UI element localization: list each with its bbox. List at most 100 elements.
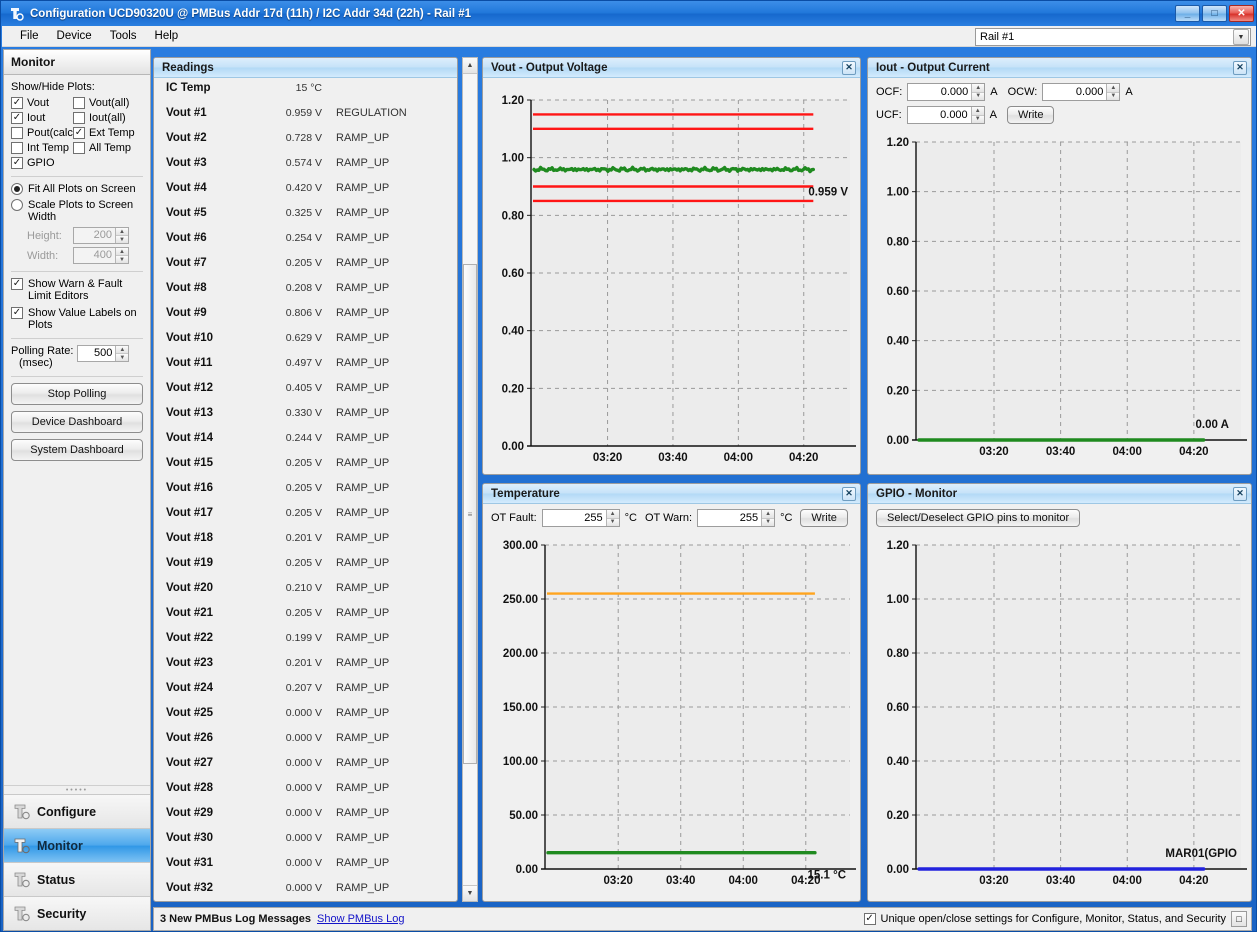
stepper-up-icon[interactable]: ▲	[972, 107, 984, 116]
stepper-buttons[interactable]: ▲▼	[115, 346, 128, 361]
stepper-buttons[interactable]: ▲▼	[761, 510, 774, 526]
checkbox-vout-all[interactable]: Vout(all)	[73, 97, 143, 109]
checkbox-gpio[interactable]: GPIO	[11, 157, 73, 169]
stepper-buttons[interactable]: ▲▼	[1106, 84, 1119, 100]
close-icon[interactable]: ✕	[1233, 487, 1247, 501]
checkbox-icon[interactable]	[11, 127, 23, 139]
stepper-up-icon[interactable]: ▲	[762, 510, 774, 519]
stepper-buttons[interactable]: ▲▼	[971, 84, 984, 100]
close-icon[interactable]: ✕	[1233, 61, 1247, 75]
sidebar-item-security[interactable]: Security	[4, 896, 150, 930]
checkbox-iout-all[interactable]: Iout(all)	[73, 112, 143, 124]
stepper-up-icon[interactable]: ▲	[1107, 84, 1119, 93]
ucf-input[interactable]: 0.000 ▲▼	[907, 106, 985, 124]
stepper-down-icon[interactable]: ▼	[1107, 93, 1119, 101]
stepper-up-icon[interactable]: ▲	[972, 84, 984, 93]
stepper-up-icon[interactable]: ▲	[116, 228, 128, 236]
checkbox-pout-calc[interactable]: Pout(calc	[11, 127, 73, 139]
stepper-up-icon[interactable]: ▲	[116, 248, 128, 256]
checkbox-icon[interactable]	[73, 97, 85, 109]
stepper-buttons[interactable]: ▲▼	[971, 107, 984, 123]
stepper-down-icon[interactable]: ▼	[116, 256, 128, 263]
menu-device[interactable]: Device	[49, 28, 100, 44]
minimize-button[interactable]: _	[1175, 5, 1200, 22]
device-dashboard-button[interactable]: Device Dashboard	[11, 411, 143, 433]
unique-settings-checkbox[interactable]	[864, 913, 876, 925]
checkbox-icon[interactable]	[73, 127, 85, 139]
stepper-down-icon[interactable]: ▼	[116, 236, 128, 243]
checkbox-icon[interactable]	[11, 307, 23, 319]
menu-tools[interactable]: Tools	[102, 28, 145, 44]
stepper-down-icon[interactable]: ▼	[116, 354, 128, 361]
rail-select-box[interactable]: Rail #1 ▼	[975, 28, 1251, 46]
vout-plot[interactable]: 0.000.200.400.600.801.001.2003:2003:4004…	[483, 78, 860, 474]
checkbox-icon[interactable]	[11, 157, 23, 169]
ocw-input[interactable]: 0.000 ▲▼	[1042, 83, 1120, 101]
iout-plot[interactable]: 0.000.200.400.600.801.001.2003:2003:4004…	[868, 124, 1251, 468]
close-icon[interactable]: ✕	[842, 487, 856, 501]
radio-icon[interactable]	[11, 199, 23, 211]
scrollbar-track[interactable]: ≡	[463, 74, 477, 885]
checkbox-all-temp[interactable]: All Temp	[73, 142, 143, 154]
stepper-down-icon[interactable]: ▼	[972, 93, 984, 101]
ot-fault-input[interactable]: 255 ▲▼	[542, 509, 620, 527]
checkbox-ext-temp[interactable]: Ext Temp	[73, 127, 143, 139]
radio-icon[interactable]	[11, 183, 23, 195]
ot-warn-input[interactable]: 255 ▲▼	[697, 509, 775, 527]
close-icon[interactable]: ✕	[842, 61, 856, 75]
checkbox-icon[interactable]	[11, 278, 23, 290]
checkbox-show-warn-fault[interactable]: Show Warn & Fault Limit Editors	[11, 278, 143, 302]
rail-selector[interactable]: Rail #1 ▼	[975, 28, 1251, 46]
width-stepper[interactable]: 400 ▲▼	[73, 247, 129, 264]
gpio-plot[interactable]: 0.000.200.400.600.801.001.2003:2003:4004…	[868, 527, 1251, 897]
scroll-down-icon[interactable]: ▼	[463, 885, 477, 901]
temperature-write-button[interactable]: Write	[800, 509, 847, 527]
checkbox-int-temp[interactable]: Int Temp	[11, 142, 73, 154]
reading-name: Vout #5	[166, 207, 256, 219]
reading-name: Vout #2	[166, 132, 256, 144]
close-button[interactable]: ✕	[1229, 5, 1254, 22]
sidebar-item-monitor[interactable]: Monitor	[4, 828, 150, 862]
height-stepper[interactable]: 200 ▲▼	[73, 227, 129, 244]
scroll-up-icon[interactable]: ▲	[463, 58, 477, 74]
stepper-buttons[interactable]: ▲▼	[115, 248, 128, 263]
checkbox-icon[interactable]	[73, 112, 85, 124]
menu-file[interactable]: File	[12, 28, 47, 44]
checkbox-icon[interactable]	[11, 142, 23, 154]
radio-scale-to-width[interactable]: Scale Plots to Screen Width	[11, 199, 143, 223]
readings-scrollbar[interactable]: ▲ ≡ ▼	[462, 57, 478, 902]
checkbox-show-value-labels[interactable]: Show Value Labels on Plots	[11, 307, 143, 331]
sidebar-item-configure[interactable]: Configure	[4, 794, 150, 828]
sidebar-item-status[interactable]: Status	[4, 862, 150, 896]
chevron-down-icon[interactable]: ▼	[1233, 29, 1249, 45]
temperature-plot[interactable]: 0.0050.00100.00150.00200.00250.00300.000…	[483, 527, 860, 897]
svg-text:0.20: 0.20	[887, 810, 909, 822]
checkbox-icon[interactable]	[73, 142, 85, 154]
stepper-up-icon[interactable]: ▲	[607, 510, 619, 519]
iout-write-button[interactable]: Write	[1007, 106, 1054, 124]
checkbox-icon[interactable]	[11, 97, 23, 109]
maximize-button[interactable]: □	[1202, 5, 1227, 22]
select-gpio-pins-button[interactable]: Select/Deselect GPIO pins to monitor	[876, 509, 1080, 527]
checkbox-iout[interactable]: Iout	[11, 112, 73, 124]
stepper-buttons[interactable]: ▲▼	[115, 228, 128, 243]
pin-icon[interactable]: □	[1231, 911, 1247, 927]
nav-resize-grip[interactable]: •••••	[4, 785, 150, 794]
radio-fit-all-plots[interactable]: Fit All Plots on Screen	[11, 183, 143, 195]
reading-status: RAMP_UP	[328, 682, 389, 694]
scrollbar-thumb[interactable]: ≡	[463, 264, 477, 764]
stepper-down-icon[interactable]: ▼	[607, 519, 619, 527]
stepper-up-icon[interactable]: ▲	[116, 346, 128, 354]
polling-rate-stepper[interactable]: 500 ▲▼	[77, 345, 129, 362]
ocf-input[interactable]: 0.000 ▲▼	[907, 83, 985, 101]
checkbox-vout[interactable]: Vout	[11, 97, 73, 109]
system-dashboard-button[interactable]: System Dashboard	[11, 439, 143, 461]
show-pmbus-log-link[interactable]: Show PMBus Log	[317, 913, 404, 925]
checkbox-icon[interactable]	[11, 112, 23, 124]
stepper-down-icon[interactable]: ▼	[762, 519, 774, 527]
stepper-buttons[interactable]: ▲▼	[606, 510, 619, 526]
stepper-down-icon[interactable]: ▼	[972, 116, 984, 124]
stop-polling-button[interactable]: Stop Polling	[11, 383, 143, 405]
menu-help[interactable]: Help	[147, 28, 187, 44]
reading-row: Vout #190.205 VRAMP_UP	[154, 557, 457, 582]
